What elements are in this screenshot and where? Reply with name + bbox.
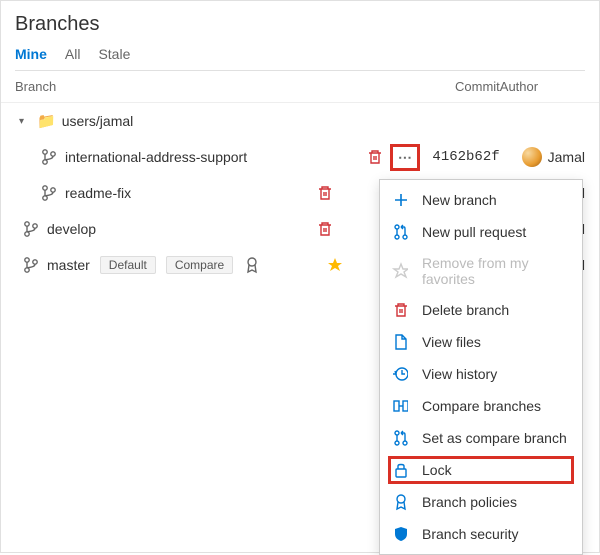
delete-icon[interactable] (366, 148, 382, 166)
menu-view-files[interactable]: View files (380, 326, 582, 358)
column-header-branch: Branch (15, 79, 365, 94)
branch-icon (41, 184, 57, 202)
folder-icon: 📁 (37, 112, 56, 130)
menu-branch-security[interactable]: Branch security (380, 518, 582, 550)
default-tag: Default (100, 256, 156, 274)
tab-stale[interactable]: Stale (98, 46, 130, 62)
menu-compare-branches[interactable]: Compare branches (380, 390, 582, 422)
column-headers: Branch Commit Author (1, 71, 599, 103)
delete-icon[interactable] (316, 184, 332, 202)
badge-icon (392, 493, 412, 511)
menu-delete-branch[interactable]: Delete branch (380, 294, 582, 326)
compare-tag: Compare (166, 256, 233, 274)
branch-name: international-address-support (65, 149, 247, 165)
branch-name: readme-fix (65, 185, 131, 201)
tab-mine[interactable]: Mine (15, 46, 47, 62)
menu-label: Delete branch (422, 302, 509, 318)
badge-icon (243, 256, 259, 274)
menu-label: New branch (422, 192, 497, 208)
author-name: Jamal (548, 149, 585, 165)
favorite-star-icon[interactable] (326, 256, 342, 274)
column-header-author: Author (500, 79, 600, 94)
column-header-commit: Commit (365, 79, 500, 94)
header: Branches Mine All Stale (1, 1, 599, 71)
trash-icon (392, 301, 412, 319)
branch-row-intl[interactable]: international-address-support ⋯ 4162b62f… (1, 139, 599, 175)
branch-name: develop (47, 221, 96, 237)
commit-hash[interactable]: 4162b62f (432, 149, 499, 165)
plus-icon (392, 191, 412, 209)
menu-label: Remove from my favorites (422, 255, 570, 287)
menu-new-pull-request[interactable]: New pull request (380, 216, 582, 248)
menu-view-history[interactable]: View history (380, 358, 582, 390)
chevron-down-icon[interactable]: ▾ (19, 116, 31, 127)
menu-label: Lock (422, 462, 452, 478)
folder-name: users/jamal (62, 113, 134, 129)
compare-icon (392, 397, 412, 415)
page-title: Branches (15, 13, 585, 36)
pull-request-icon (392, 429, 412, 447)
menu-label: View history (422, 366, 497, 382)
pull-request-icon (392, 223, 412, 241)
star-outline-icon (392, 262, 412, 280)
branch-icon (23, 256, 39, 274)
menu-branch-policies[interactable]: Branch policies (380, 486, 582, 518)
shield-icon (392, 525, 412, 543)
menu-label: View files (422, 334, 481, 350)
delete-icon[interactable] (316, 220, 332, 238)
menu-remove-favorites: Remove from my favorites (380, 248, 582, 294)
folder-row[interactable]: ▾ 📁 users/jamal (1, 103, 599, 139)
lock-icon (392, 461, 412, 479)
menu-set-compare[interactable]: Set as compare branch (380, 422, 582, 454)
history-icon (392, 365, 412, 383)
highlight-box (388, 456, 574, 484)
tabs: Mine All Stale (15, 46, 585, 71)
branch-context-menu: New branch New pull request Remove from … (379, 179, 583, 555)
more-button[interactable]: ⋯ (392, 146, 418, 169)
menu-lock[interactable]: Lock (380, 454, 582, 486)
menu-label: Compare branches (422, 398, 541, 414)
menu-new-branch[interactable]: New branch (380, 184, 582, 216)
menu-label: Branch security (422, 526, 518, 542)
menu-label: Branch policies (422, 494, 517, 510)
tab-all[interactable]: All (65, 46, 81, 62)
branch-icon (41, 148, 57, 166)
avatar (522, 147, 542, 167)
branch-name: master (47, 257, 90, 273)
file-icon (392, 333, 412, 351)
branch-icon (23, 220, 39, 238)
menu-label: New pull request (422, 224, 526, 240)
menu-label: Set as compare branch (422, 430, 567, 446)
